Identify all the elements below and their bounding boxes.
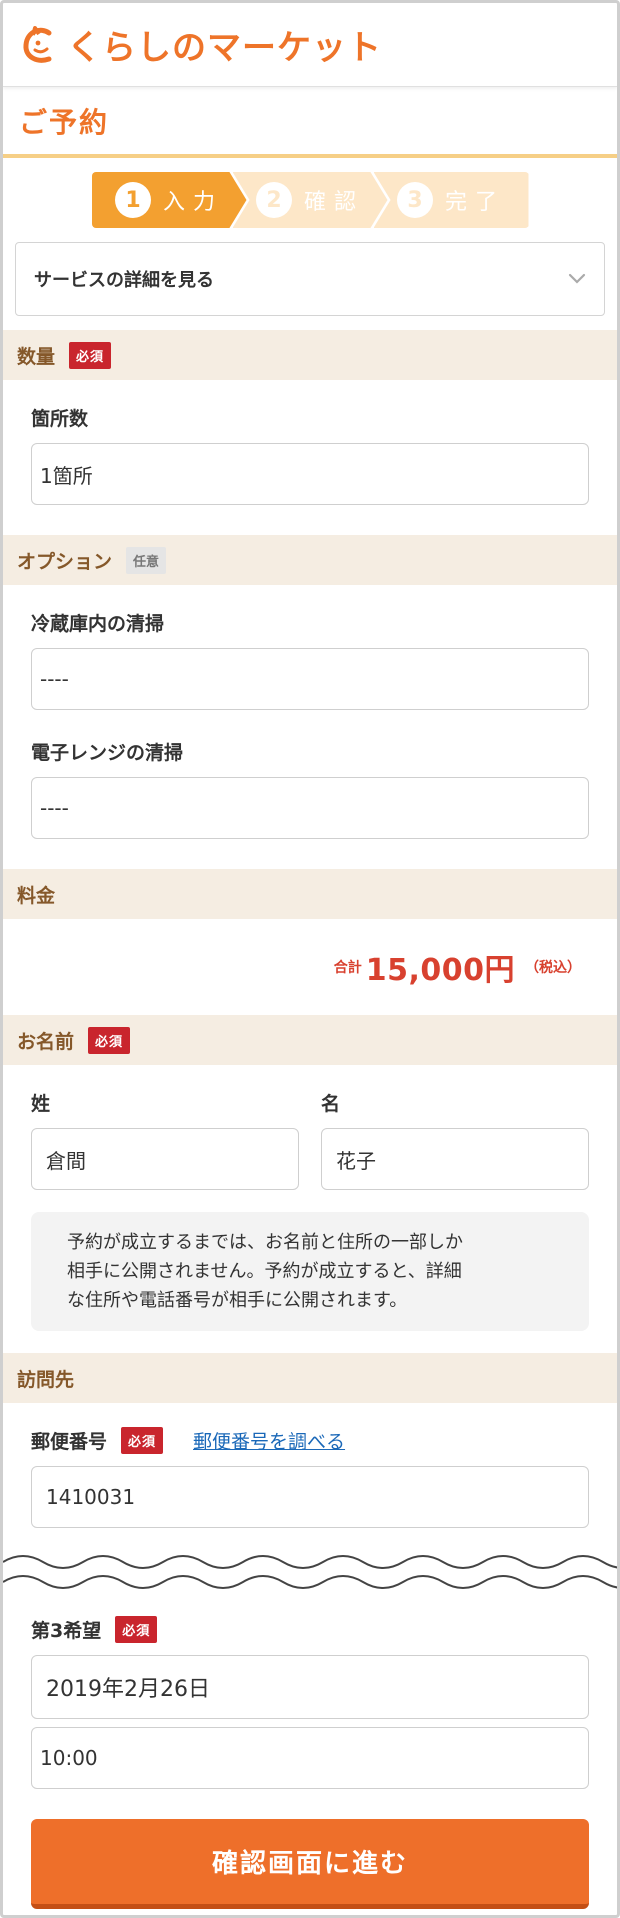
proceed-to-confirm-button[interactable]: 確認画面に進む <box>31 1819 589 1909</box>
section-name: お名前 必須 <box>3 1015 617 1065</box>
required-badge: 必須 <box>121 1427 164 1454</box>
page-title-bar: ご予約 <box>3 88 617 158</box>
section-price: 料金 <box>3 869 617 919</box>
section-title: 訪問先 <box>17 1368 75 1391</box>
third-choice-label: 第3希望 <box>31 1620 102 1642</box>
step-number: 2 <box>255 182 292 218</box>
site-header: くらしのマーケット <box>3 3 617 87</box>
price-prefix: 合計 <box>333 960 362 976</box>
note-line: 相手に公開されません。予約が成立すると、詳細 <box>67 1261 462 1282</box>
section-visit: 訪問先 <box>3 1353 617 1403</box>
logo-icon[interactable] <box>19 23 63 67</box>
step-complete: 3 完了 <box>373 172 529 228</box>
zip-label: 郵便番号 <box>31 1431 108 1453</box>
third-choice-time-select[interactable]: 10:00 <box>31 1727 589 1789</box>
last-name-input[interactable]: 倉間 <box>31 1128 299 1190</box>
first-name-input[interactable]: 花子 <box>321 1128 589 1190</box>
step-label: 入力 <box>162 190 223 215</box>
privacy-note: 予約が成立するまでは、お名前と住所の一部しか 相手に公開されません。予約が成立す… <box>31 1212 589 1331</box>
chevron-down-icon <box>568 270 586 289</box>
fridge-option-label: 冷蔵庫内の清掃 <box>31 613 165 635</box>
step-confirm: 2 確認 <box>232 172 388 228</box>
first-name-label: 名 <box>321 1093 341 1115</box>
spots-select[interactable]: 1箇所 <box>31 443 589 505</box>
third-choice-date-select[interactable]: 2019年2月26日 <box>31 1655 589 1719</box>
optional-badge: 任意 <box>126 546 167 574</box>
wave-divider <box>3 1555 617 1589</box>
price-amount: 15,000円 <box>365 953 515 988</box>
third-choice-label-row: 第3希望 必須 <box>31 1616 617 1643</box>
required-badge: 必須 <box>88 1026 131 1054</box>
step-label: 確認 <box>303 190 364 215</box>
step-number: 1 <box>114 182 151 218</box>
price-suffix: （税込） <box>525 960 581 976</box>
section-title: オプション <box>17 550 113 573</box>
zip-label-row: 郵便番号 必須 郵便番号を調べる <box>31 1427 617 1454</box>
note-line: な住所や電話番号が相手に公開されます。 <box>67 1290 408 1311</box>
step-number: 3 <box>396 182 433 218</box>
accordion-label: サービスの詳細を見る <box>34 270 214 291</box>
step-indicator: 1 入力 2 確認 3 完了 <box>3 172 617 228</box>
section-title: 数量 <box>17 345 56 368</box>
microwave-option-select[interactable]: ---- <box>31 777 589 839</box>
microwave-option-label: 電子レンジの清掃 <box>31 742 184 764</box>
spots-label: 箇所数 <box>31 408 89 430</box>
required-badge: 必須 <box>115 1616 158 1643</box>
section-title: お名前 <box>17 1030 75 1053</box>
page-title: ご予約 <box>19 106 110 139</box>
logo-text[interactable]: くらしのマーケット <box>67 20 382 69</box>
required-badge: 必須 <box>69 341 112 369</box>
step-label: 完了 <box>444 190 505 215</box>
zip-input[interactable]: 1410031 <box>31 1466 589 1528</box>
note-line: 予約が成立するまでは、お名前と住所の一部しか <box>67 1232 463 1253</box>
section-title: 料金 <box>17 884 56 907</box>
page-frame: くらしのマーケット ご予約 1 入力 2 確認 3 完了 サービスの詳細を見る … <box>0 0 620 1918</box>
zip-lookup-link[interactable]: 郵便番号を調べる <box>193 1427 345 1454</box>
step-input: 1 入力 <box>91 172 247 228</box>
section-quantity: 数量 必須 <box>3 330 617 380</box>
fridge-option-select[interactable]: ---- <box>31 648 589 710</box>
last-name-label: 姓 <box>31 1093 51 1115</box>
name-fields: 姓 倉間 名 花子 <box>3 1065 617 1190</box>
service-details-accordion[interactable]: サービスの詳細を見る <box>15 242 605 316</box>
section-options: オプション 任意 <box>3 535 617 585</box>
total-price: 合計 15,000円 （税込） <box>3 919 617 1015</box>
